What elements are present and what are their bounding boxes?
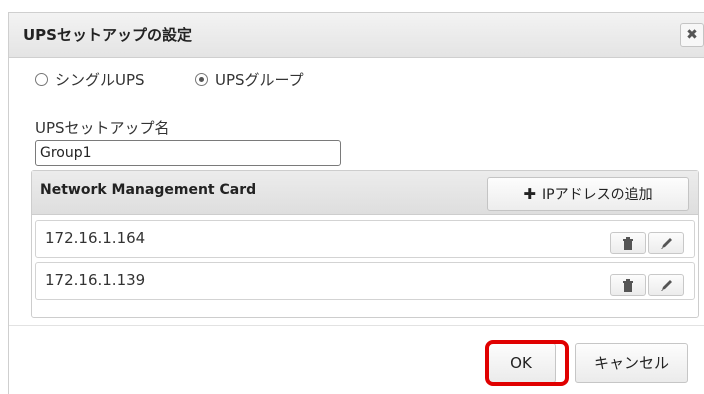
pencil-icon [661, 238, 672, 249]
ups-group-label: UPSグループ [215, 71, 304, 89]
delete-ip-button[interactable] [610, 274, 646, 296]
delete-ip-button[interactable] [610, 232, 646, 254]
single-ups-radio[interactable] [35, 73, 48, 86]
ip-address: 172.16.1.139 [45, 271, 146, 289]
close-button[interactable]: ✖ [680, 23, 704, 47]
single-ups-option[interactable]: シングルUPS [35, 69, 145, 90]
single-ups-label: シングルUPS [55, 71, 145, 89]
ip-row: 172.16.1.164 [35, 220, 695, 258]
trash-icon [623, 279, 633, 292]
ip-address: 172.16.1.164 [45, 229, 146, 247]
dialog-titlebar: UPSセットアップの設定 ✖ [9, 13, 704, 58]
edit-ip-button[interactable] [648, 232, 684, 254]
add-ip-address-button[interactable]: ✚ IPアドレスの追加 [487, 177, 689, 211]
add-ip-address-label: IPアドレスの追加 [542, 187, 653, 203]
nmc-header: Network Management Card ✚ IPアドレスの追加 [32, 171, 698, 215]
ok-button[interactable]: OK [486, 343, 556, 383]
plus-icon: ✚ [523, 185, 536, 203]
trash-icon [623, 237, 633, 250]
edit-ip-button[interactable] [648, 274, 684, 296]
ups-setup-dialog: UPSセットアップの設定 ✖ シングルUPS UPSグループ UPSセットアップ… [8, 12, 704, 394]
nmc-panel: Network Management Card ✚ IPアドレスの追加 172.1… [31, 170, 699, 318]
pencil-icon [661, 280, 672, 291]
close-icon: ✖ [686, 27, 698, 43]
ups-group-radio[interactable] [195, 73, 208, 86]
footer-divider [9, 325, 704, 326]
dialog-title: UPSセットアップの設定 [23, 26, 192, 44]
cancel-button[interactable]: キャンセル [575, 343, 688, 383]
setup-name-label: UPSセットアップ名 [35, 119, 170, 137]
ip-row: 172.16.1.139 [35, 262, 695, 300]
setup-name-input[interactable] [35, 140, 341, 166]
ups-group-option[interactable]: UPSグループ [195, 69, 304, 90]
nmc-title: Network Management Card [40, 182, 257, 198]
